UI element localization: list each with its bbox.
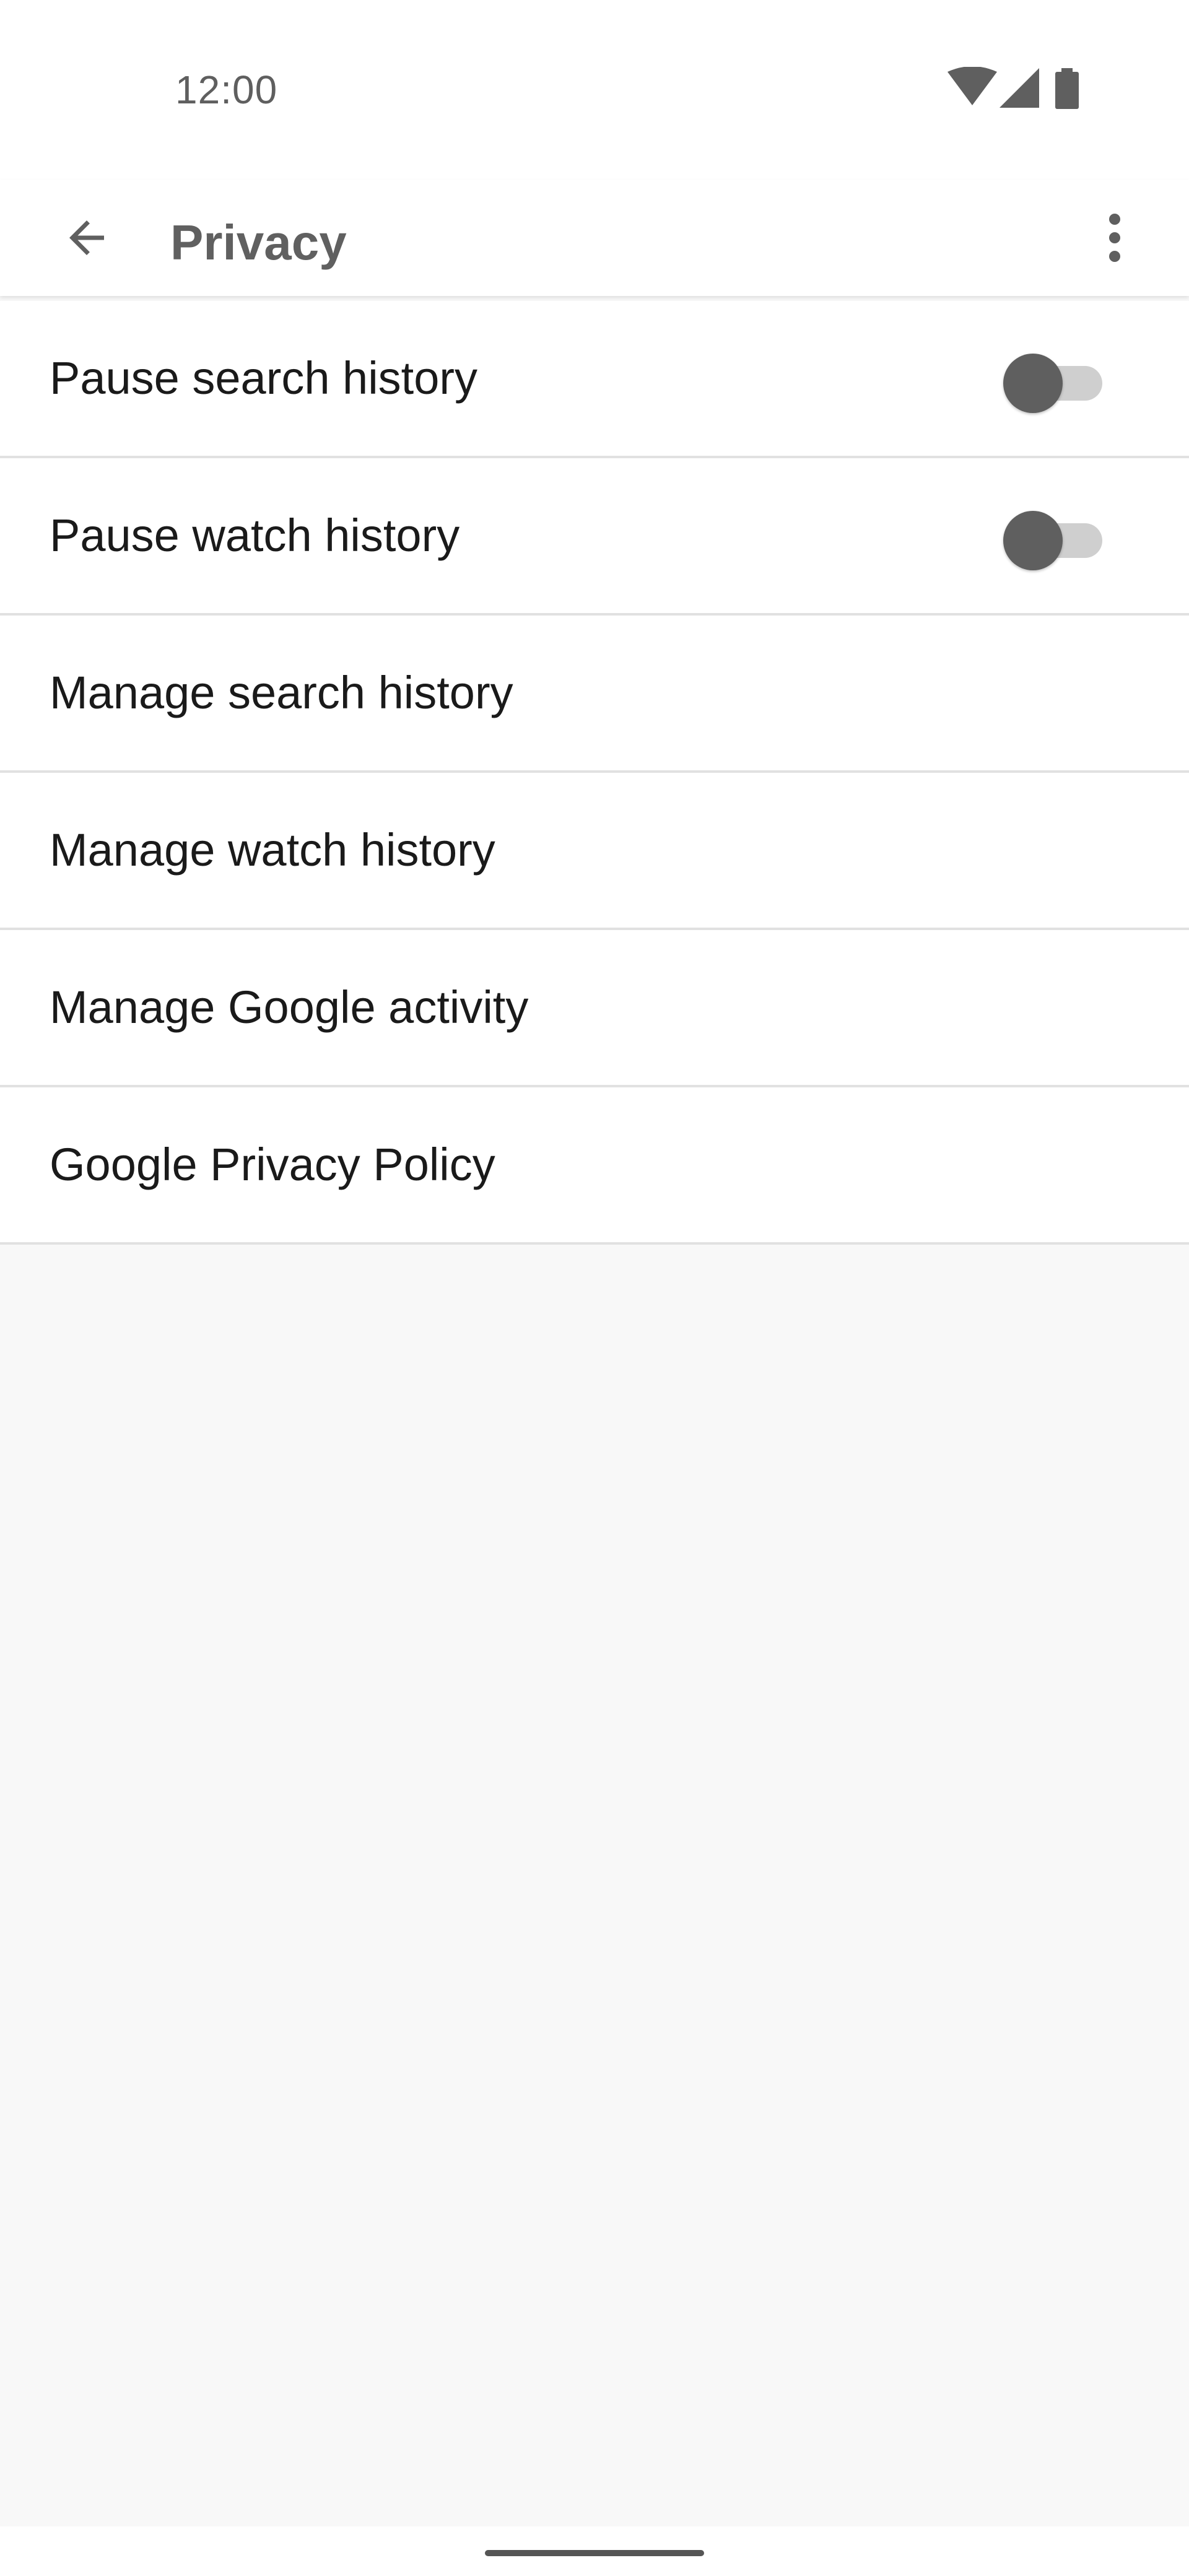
app-bar: Privacy <box>0 180 1189 296</box>
back-button[interactable] <box>43 194 130 281</box>
settings-list: Pause search history Pause watch history… <box>0 301 1189 1245</box>
google-privacy-policy-label: Google Privacy Policy <box>50 1139 495 1190</box>
arrow-back-icon <box>69 220 104 255</box>
more-vert-icon <box>1109 214 1120 262</box>
cell-signal-icon <box>1000 68 1039 108</box>
status-icons <box>947 67 1108 110</box>
battery-icon <box>1055 68 1079 109</box>
pause-watch-history-row[interactable]: Pause watch history <box>0 458 1189 616</box>
google-privacy-policy-row[interactable]: Google Privacy Policy <box>0 1087 1189 1245</box>
more-options-button[interactable] <box>1078 194 1152 281</box>
status-time: 12:00 <box>175 67 278 112</box>
manage-google-activity-label: Manage Google activity <box>50 981 529 1033</box>
pause-watch-history-label: Pause watch history <box>50 510 460 561</box>
toggle-thumb <box>1003 354 1063 413</box>
wifi-icon <box>947 67 997 105</box>
home-indicator[interactable] <box>485 2550 704 2556</box>
status-bar: 12:00 <box>0 0 1189 180</box>
manage-watch-history-row[interactable]: Manage watch history <box>0 773 1189 930</box>
manage-watch-history-label: Manage watch history <box>50 824 495 876</box>
manage-google-activity-row[interactable]: Manage Google activity <box>0 930 1189 1087</box>
manage-search-history-label: Manage search history <box>50 667 513 718</box>
navigation-bar <box>0 2526 1189 2576</box>
manage-search-history-row[interactable]: Manage search history <box>0 616 1189 773</box>
toggle-thumb <box>1003 511 1063 570</box>
pause-search-history-row[interactable]: Pause search history <box>0 301 1189 458</box>
pause-search-history-label: Pause search history <box>50 352 478 404</box>
pause-watch-history-toggle[interactable] <box>1003 505 1108 570</box>
page-title: Privacy <box>170 215 347 270</box>
pause-search-history-toggle[interactable] <box>1003 347 1108 413</box>
